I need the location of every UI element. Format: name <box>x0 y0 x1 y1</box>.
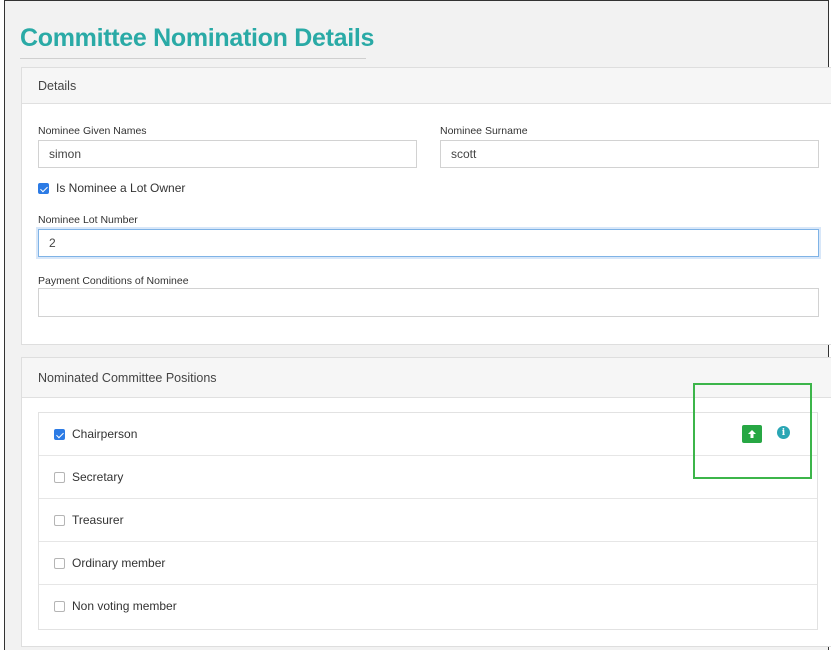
surname-label: Nominee Surname <box>440 125 528 137</box>
given-names-input[interactable] <box>38 140 417 168</box>
ordinary-member-checkbox[interactable] <box>54 558 65 569</box>
treasurer-checkbox[interactable] <box>54 515 65 526</box>
position-row-treasurer: Treasurer <box>39 499 817 542</box>
details-panel: Details Nominee Given Names Nominee Surn… <box>21 67 831 345</box>
payment-conditions-label: Payment Conditions of Nominee <box>38 275 189 287</box>
surname-input[interactable] <box>440 140 819 168</box>
ordinary-member-label: Ordinary member <box>72 556 166 570</box>
lot-number-input[interactable] <box>38 229 819 257</box>
lot-owner-label: Is Nominee a Lot Owner <box>56 181 186 195</box>
non-voting-member-label: Non voting member <box>72 599 177 613</box>
treasurer-label: Treasurer <box>72 513 124 527</box>
secretary-checkbox[interactable] <box>54 472 65 483</box>
app-frame: Committee Nomination Details Details Nom… <box>4 0 831 650</box>
payment-conditions-input[interactable] <box>38 288 819 317</box>
page-title: Committee Nomination Details <box>20 24 375 52</box>
lot-owner-checkbox[interactable] <box>38 183 49 194</box>
given-names-label: Nominee Given Names <box>38 125 147 137</box>
position-row-ordinary-member: Ordinary member <box>39 542 817 585</box>
details-panel-header: Details <box>22 68 831 104</box>
title-underline <box>20 58 366 59</box>
highlight-box <box>693 383 812 479</box>
lot-number-label: Nominee Lot Number <box>38 214 138 226</box>
position-row-non-voting-member: Non voting member <box>39 585 817 628</box>
non-voting-member-checkbox[interactable] <box>54 601 65 612</box>
chairperson-checkbox[interactable] <box>54 429 65 440</box>
secretary-label: Secretary <box>72 470 124 484</box>
chairperson-label: Chairperson <box>72 427 138 441</box>
